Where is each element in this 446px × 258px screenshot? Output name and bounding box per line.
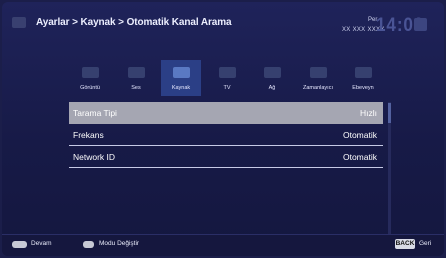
tab-label: Zamanlayıcı (303, 85, 333, 91)
tab-sound[interactable]: Ses (116, 60, 156, 96)
scrollbar-thumb[interactable] (388, 103, 391, 123)
tab-picture[interactable]: Görüntü (70, 60, 110, 96)
speaker-icon (128, 67, 145, 78)
tab-label: Ebeveyn (352, 85, 374, 91)
tab-tv[interactable]: TV (207, 60, 247, 96)
setting-value: Otomatik (342, 152, 377, 162)
menu-icon (12, 17, 26, 28)
tab-label: TV (223, 85, 231, 91)
channel-icon (414, 18, 427, 31)
tab-label: Görüntü (80, 85, 100, 91)
ok-key-icon (83, 241, 94, 248)
back-key-icon: BACK (395, 239, 415, 249)
setting-label: Tarama Tipi (73, 108, 117, 118)
tab-label: Ağ (268, 85, 276, 91)
setting-value: Hızlı (360, 108, 377, 118)
mode-change-hint: Modu Değiştir (99, 240, 140, 247)
setting-label: Frekans (73, 130, 104, 140)
tab-network[interactable]: Ağ (252, 60, 292, 96)
network-icon (264, 67, 281, 78)
color-keys-icon (12, 241, 27, 248)
picture-icon (82, 67, 99, 78)
breadcrumb: Ayarlar > Kaynak > Otomatik Kanal Arama (36, 17, 232, 28)
tab-label: Kaynak (171, 85, 191, 91)
footer-bar: Devam Modu Değiştir BACK Geri (2, 234, 444, 256)
antenna-icon (173, 67, 190, 78)
tab-timer[interactable]: Zamanlayıcı (298, 60, 338, 96)
tab-label: Ses (131, 85, 141, 91)
tv-menu-screen: Ayarlar > Kaynak > Otomatik Kanal Arama … (2, 2, 444, 256)
setting-row-scan-type[interactable]: Tarama Tipi Hızlı (69, 102, 383, 124)
settings-list: Tarama Tipi Hızlı Frekans Otomatik Netwo… (69, 102, 383, 168)
tv-icon (219, 67, 236, 78)
setting-row-frequency[interactable]: Frekans Otomatik (69, 124, 383, 146)
scrollbar-track[interactable] (388, 102, 391, 242)
back-hint: Geri (419, 240, 432, 247)
menu-tabs: Görüntü Ses Kaynak TV Ağ Zamanlayıcı Ebe… (68, 60, 384, 96)
setting-label: Network ID (73, 152, 116, 162)
continue-hint: Devam (31, 240, 52, 247)
parental-icon (355, 67, 372, 78)
tab-parental[interactable]: Ebeveyn (343, 60, 383, 96)
setting-value: Otomatik (342, 130, 377, 140)
setting-row-network-id[interactable]: Network ID Otomatik (69, 146, 383, 168)
timer-icon (310, 67, 327, 78)
tab-source[interactable]: Kaynak (161, 60, 201, 96)
